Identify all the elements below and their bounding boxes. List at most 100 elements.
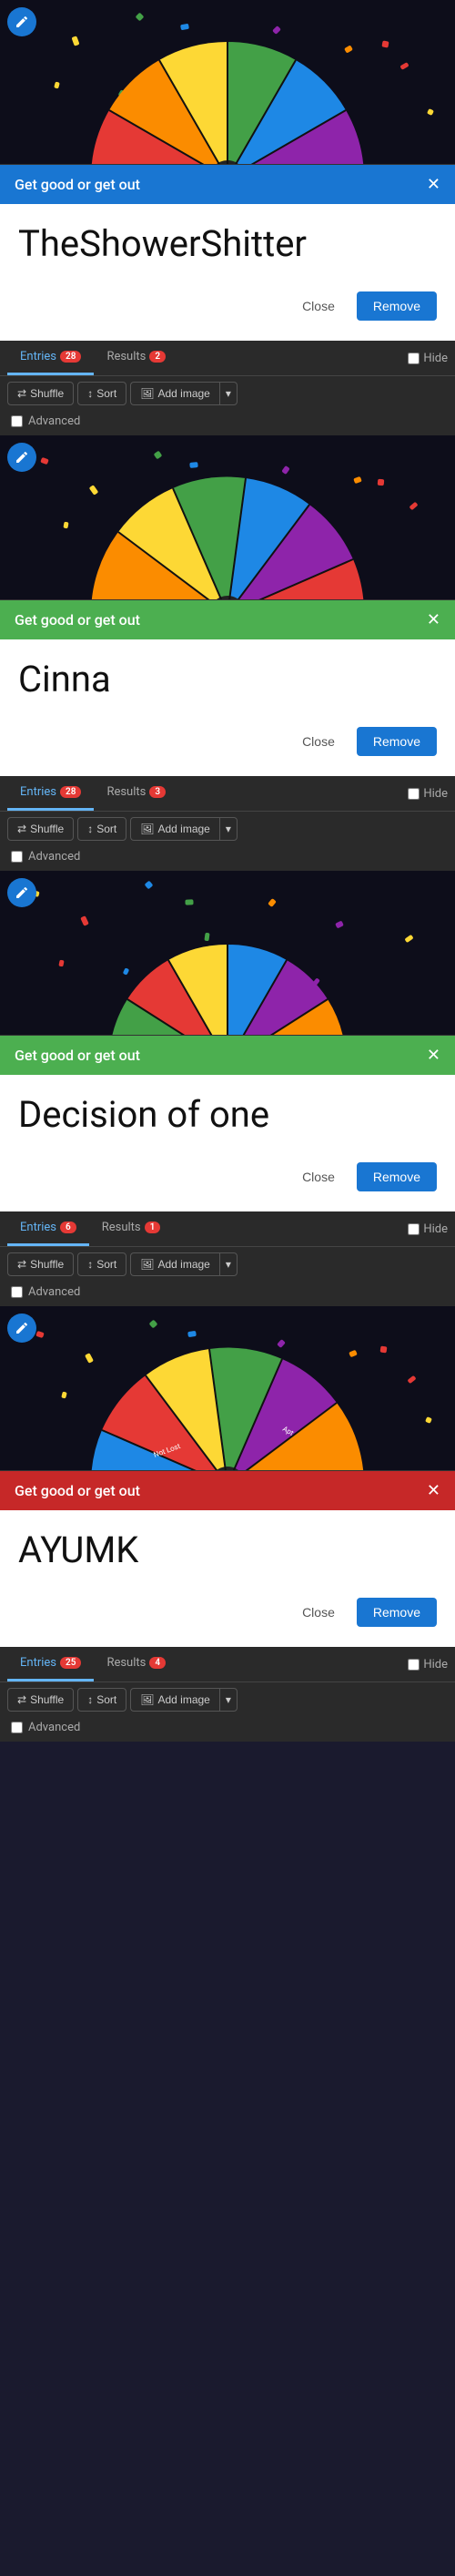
wheel-1 [91,33,364,164]
advanced-checkbox-2[interactable] [11,851,23,863]
wheel-2 [91,468,364,599]
popup-card-2: Get good or get out ✕ Cinna Close Remove [0,599,455,776]
shuffle-button-3[interactable]: ⇄ Shuffle [7,1252,74,1276]
close-button-1[interactable]: Close [288,291,349,321]
tab-hide-2: Hide [408,787,448,801]
popup-actions-4: Close Remove [18,1598,437,1638]
sort-button-3[interactable]: ↕ Sort [77,1252,126,1276]
tab-results-1[interactable]: Results 2 [94,341,178,375]
shuffle-icon-2: ⇄ [17,823,26,835]
popup-header-4: Get good or get out ✕ [0,1471,455,1510]
popup-name-3: Decision of one [18,1093,437,1148]
popup-close-x-1[interactable]: ✕ [427,177,440,193]
tab-hide-1: Hide [408,352,448,365]
image-icon-4: 🖼 [140,1693,154,1706]
panel-4: Not Lost Apt Get good or get out ✕ AYUMK… [0,1306,455,1742]
popup-actions-3: Close Remove [18,1162,437,1202]
popup-header-text-3: Get good or get out [15,1047,140,1064]
shuffle-button-4[interactable]: ⇄ Shuffle [7,1688,74,1712]
hide-checkbox-4[interactable] [408,1659,420,1671]
shuffle-button-2[interactable]: ⇄ Shuffle [7,817,74,841]
remove-button-2[interactable]: Remove [357,727,437,756]
sort-button-4[interactable]: ↕ Sort [77,1688,126,1712]
popup-header-1: Get good or get out ✕ [0,165,455,204]
tab-bar-3: Entries 6 Results 1 Hide [0,1211,455,1247]
advanced-row-1: Advanced [0,411,455,435]
advanced-row-2: Advanced [0,846,455,871]
add-image-arrow-1[interactable]: ▾ [219,382,238,405]
wheel-3: Elim [109,922,346,1035]
tab-entries-3[interactable]: Entries 6 [7,1211,89,1246]
hide-checkbox-1[interactable] [408,353,420,364]
edit-fab-4[interactable] [7,1314,36,1343]
remove-button-1[interactable]: Remove [357,291,437,321]
toolbar-4: ⇄ Shuffle ↕ Sort 🖼 Add image ▾ [0,1682,455,1717]
sort-button-1[interactable]: ↕ Sort [77,382,126,405]
panel-3: Elim Get good or get out ✕ Decision of o… [0,871,455,1306]
confetti-area-1 [0,0,455,164]
popup-close-x-2[interactable]: ✕ [427,612,440,629]
add-image-arrow-4[interactable]: ▾ [219,1688,238,1712]
panel-2: Get good or get out ✕ Cinna Close Remove… [0,435,455,871]
wheel-4: Not Lost Apt [91,1339,364,1470]
entries-badge-2: 28 [60,786,81,798]
tab-hide-4: Hide [408,1658,448,1671]
tab-results-2[interactable]: Results 3 [94,776,178,811]
popup-body-1: TheShowerShitter Close Remove [0,204,455,341]
entries-badge-3: 6 [60,1222,76,1233]
hide-checkbox-2[interactable] [408,788,420,800]
remove-button-3[interactable]: Remove [357,1162,437,1191]
add-image-arrow-2[interactable]: ▾ [219,817,238,841]
tab-entries-4[interactable]: Entries 25 [7,1647,94,1682]
popup-body-2: Cinna Close Remove [0,639,455,776]
toolbar-3: ⇄ Shuffle ↕ Sort 🖼 Add image ▾ [0,1247,455,1282]
add-image-button-1[interactable]: 🖼 Add image [130,382,219,405]
entries-badge-1: 28 [60,351,81,363]
advanced-checkbox-3[interactable] [11,1286,23,1298]
confetti-area-3: Elim [0,871,455,1035]
advanced-row-4: Advanced [0,1717,455,1742]
toolbar-1: ⇄ Shuffle ↕ Sort 🖼 Add image ▾ [0,376,455,411]
shuffle-button-1[interactable]: ⇄ Shuffle [7,382,74,405]
image-icon-3: 🖼 [140,1258,154,1271]
advanced-checkbox-4[interactable] [11,1722,23,1733]
popup-header-3: Get good or get out ✕ [0,1036,455,1075]
image-icon-2: 🖼 [140,823,154,835]
tab-results-3[interactable]: Results 1 [89,1211,174,1246]
advanced-checkbox-1[interactable] [11,415,23,427]
close-button-4[interactable]: Close [288,1598,349,1627]
results-badge-2: 3 [149,786,166,798]
popup-header-text-4: Get good or get out [15,1482,140,1499]
sort-icon-4: ↕ [87,1693,93,1706]
popup-name-2: Cinna [18,658,437,712]
tab-bar-4: Entries 25 Results 4 Hide [0,1647,455,1682]
add-image-button-3[interactable]: 🖼 Add image [130,1252,219,1276]
popup-close-x-4[interactable]: ✕ [427,1483,440,1499]
edit-fab-1[interactable] [7,7,36,36]
entries-badge-4: 25 [60,1657,81,1669]
close-button-3[interactable]: Close [288,1162,349,1191]
results-badge-3: 1 [145,1222,161,1233]
edit-fab-3[interactable] [7,878,36,907]
close-button-2[interactable]: Close [288,727,349,756]
sort-icon-3: ↕ [87,1258,93,1271]
add-image-group-3: 🖼 Add image ▾ [130,1252,238,1276]
edit-fab-2[interactable] [7,443,36,472]
popup-close-x-3[interactable]: ✕ [427,1048,440,1064]
popup-actions-2: Close Remove [18,727,437,767]
tab-results-4[interactable]: Results 4 [94,1647,178,1682]
add-image-button-2[interactable]: 🖼 Add image [130,817,219,841]
tab-entries-1[interactable]: Entries 28 [7,341,94,375]
tab-entries-2[interactable]: Entries 28 [7,776,94,811]
add-image-button-4[interactable]: 🖼 Add image [130,1688,219,1712]
popup-actions-1: Close Remove [18,291,437,332]
remove-button-4[interactable]: Remove [357,1598,437,1627]
sort-button-2[interactable]: ↕ Sort [77,817,126,841]
add-image-arrow-3[interactable]: ▾ [219,1252,238,1276]
popup-body-3: Decision of one Close Remove [0,1075,455,1211]
popup-body-4: AYUMK Close Remove [0,1510,455,1647]
advanced-label-1: Advanced [28,414,80,428]
tab-hide-3: Hide [408,1222,448,1236]
sort-icon-2: ↕ [87,823,93,835]
hide-checkbox-3[interactable] [408,1223,420,1235]
